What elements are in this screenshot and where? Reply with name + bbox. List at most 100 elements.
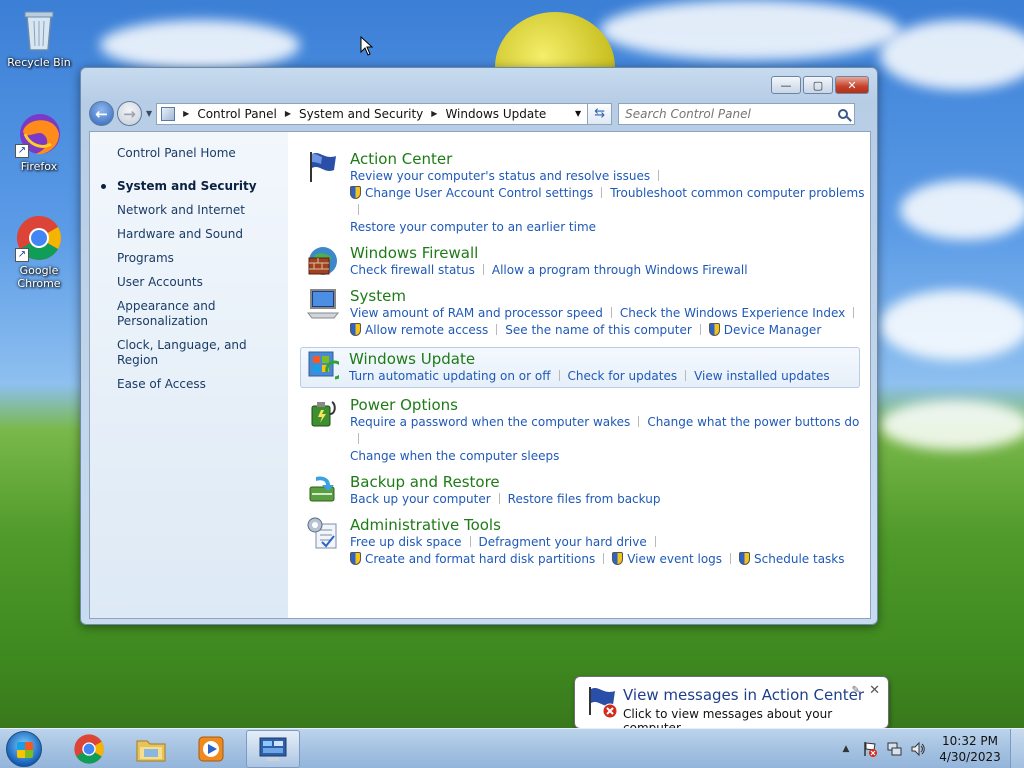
category-windows-update[interactable]: Windows Update Turn automatic updating o… — [300, 347, 860, 388]
link-computer-name[interactable]: See the name of this computer — [505, 323, 692, 337]
link-device-manager[interactable]: Device Manager — [724, 323, 821, 337]
desktop-icon-recycle-bin[interactable]: Recycle Bin — [4, 6, 74, 69]
search-input[interactable] — [625, 106, 836, 121]
sidebar-item-network-and-internet[interactable]: Network and Internet — [117, 203, 288, 218]
link-separator — [685, 370, 687, 381]
link-installed-updates[interactable]: View installed updates — [694, 369, 830, 383]
breadcrumb-separator-icon[interactable]: ▶ — [183, 109, 189, 118]
link-disk-partitions[interactable]: Create and format hard disk partitions — [365, 552, 595, 566]
link-computer-sleeps[interactable]: Change when the computer sleeps — [350, 449, 559, 463]
taskbar-file-explorer[interactable] — [124, 730, 178, 768]
sidebar-item-programs[interactable]: Programs — [117, 251, 288, 266]
category-title[interactable]: Power Options — [350, 396, 870, 414]
action-center-tray-icon[interactable] — [862, 741, 878, 757]
uac-shield-icon — [708, 323, 720, 336]
sidebar-item-system-and-security[interactable]: System and Security — [101, 179, 288, 194]
category-action-center: Action Center Review your computer's sta… — [302, 150, 870, 236]
cloud — [880, 20, 1024, 90]
system-tray: ▲ 10:32 PM 4/30/2023 — [834, 729, 1024, 768]
link-review-status[interactable]: Review your computer's status and resolv… — [350, 169, 650, 183]
breadcrumb-control-panel[interactable]: Control Panel — [197, 107, 277, 121]
start-button[interactable] — [6, 731, 42, 767]
cloud — [600, 0, 900, 60]
show-hidden-icons-icon[interactable]: ▲ — [838, 741, 854, 757]
desktop-icon-google-chrome[interactable]: ↗ Google Chrome — [4, 214, 74, 290]
notification-close-button[interactable]: ✕ — [869, 683, 880, 698]
forward-button[interactable]: → — [117, 101, 142, 126]
link-automatic-updating[interactable]: Turn automatic updating on or off — [349, 369, 551, 383]
uac-shield-icon — [612, 552, 624, 565]
link-view-ram[interactable]: View amount of RAM and processor speed — [350, 306, 603, 320]
action-center-notification[interactable]: View messages in Action Center Click to … — [574, 676, 889, 738]
link-check-firewall[interactable]: Check firewall status — [350, 263, 475, 277]
control-panel-icon — [259, 737, 287, 761]
back-button[interactable]: ← — [89, 101, 114, 126]
taskbar-control-panel[interactable] — [246, 730, 300, 768]
category-title[interactable]: Backup and Restore — [350, 473, 870, 491]
link-require-password[interactable]: Require a password when the computer wak… — [350, 415, 630, 429]
link-separator — [482, 264, 484, 275]
refresh-button[interactable]: ⇆ — [588, 102, 613, 125]
link-defragment[interactable]: Defragment your hard drive — [479, 535, 647, 549]
breadcrumb-windows-update[interactable]: Windows Update — [445, 107, 546, 121]
volume-icon[interactable] — [910, 741, 926, 757]
sidebar-item-hardware-and-sound[interactable]: Hardware and Sound — [117, 227, 288, 242]
link-back-up-computer[interactable]: Back up your computer — [350, 492, 491, 506]
notification-title[interactable]: View messages in Action Center — [623, 686, 864, 704]
uac-shield-icon — [739, 552, 751, 565]
search-box[interactable] — [618, 102, 856, 125]
link-power-buttons[interactable]: Change what the power buttons do — [647, 415, 859, 429]
maximize-button[interactable]: ▢ — [803, 76, 833, 94]
media-player-icon — [198, 736, 224, 762]
breadcrumb-separator-icon[interactable]: ▶ — [431, 109, 437, 118]
taskbar-chrome[interactable] — [62, 730, 116, 768]
link-allow-program[interactable]: Allow a program through Windows Firewall — [492, 263, 748, 277]
sidebar-item-ease-of-access[interactable]: Ease of Access — [117, 377, 288, 392]
category-administrative-tools: Administrative Tools Free up disk space D… — [302, 516, 870, 568]
category-links: Require a password when the computer wak… — [350, 414, 870, 465]
link-free-disk-space[interactable]: Free up disk space — [350, 535, 462, 549]
category-title[interactable]: Action Center — [350, 150, 870, 168]
search-icon[interactable] — [838, 108, 849, 119]
sidebar-item-appearance[interactable]: Appearance and Personalization — [117, 299, 217, 329]
link-event-logs[interactable]: View event logs — [627, 552, 722, 566]
minimize-button[interactable]: — — [771, 76, 801, 94]
link-check-updates[interactable]: Check for updates — [568, 369, 678, 383]
sidebar: Control Panel Home System and Security N… — [90, 132, 288, 618]
category-title[interactable]: System — [350, 287, 870, 305]
address-dropdown-icon[interactable]: ▼ — [575, 109, 581, 118]
action-center-flag-icon — [310, 152, 336, 182]
close-button[interactable]: ✕ — [835, 76, 869, 94]
link-troubleshoot[interactable]: Troubleshoot common computer problems — [610, 186, 864, 200]
admin-tools-icon — [307, 517, 337, 549]
breadcrumb-system-and-security[interactable]: System and Security — [299, 107, 423, 121]
link-separator — [558, 370, 560, 381]
link-restore-computer[interactable]: Restore your computer to an earlier time — [350, 220, 596, 234]
folder-icon — [136, 740, 166, 762]
link-change-uac[interactable]: Change User Account Control settings — [365, 186, 593, 200]
taskbar: ▲ 10:32 PM 4/30/2023 — [0, 728, 1024, 768]
breadcrumb-separator-icon[interactable]: ▶ — [285, 109, 291, 118]
show-desktop-button[interactable] — [1010, 729, 1024, 768]
clock[interactable]: 10:32 PM 4/30/2023 — [930, 733, 1010, 765]
sidebar-item-clock-language-region[interactable]: Clock, Language, and Region — [117, 338, 288, 368]
link-schedule-tasks[interactable]: Schedule tasks — [754, 552, 844, 566]
recent-pages-dropdown[interactable]: ▼ — [146, 109, 152, 118]
category-title[interactable]: Windows Firewall — [350, 244, 870, 262]
category-title[interactable]: Administrative Tools — [350, 516, 870, 534]
address-bar[interactable]: ▶ Control Panel ▶ System and Security ▶ … — [156, 102, 589, 125]
sidebar-item-user-accounts[interactable]: User Accounts — [117, 275, 288, 290]
desktop-icon-firefox[interactable]: ↗ Firefox — [4, 110, 74, 173]
link-experience-index[interactable]: Check the Windows Experience Index — [620, 306, 845, 320]
link-remote-access[interactable]: Allow remote access — [365, 323, 488, 337]
taskbar-media-player[interactable] — [184, 730, 238, 768]
window-controls: — ▢ ✕ — [771, 76, 869, 94]
power-options-icon — [311, 401, 336, 427]
category-title[interactable]: Windows Update — [349, 350, 859, 368]
sidebar-item-control-panel-home[interactable]: Control Panel Home — [117, 146, 288, 161]
system-computer-icon — [306, 289, 340, 319]
link-separator — [654, 536, 656, 547]
link-restore-files[interactable]: Restore files from backup — [508, 492, 661, 506]
network-icon[interactable] — [886, 741, 902, 757]
pin-icon[interactable]: ✎ — [852, 685, 860, 696]
